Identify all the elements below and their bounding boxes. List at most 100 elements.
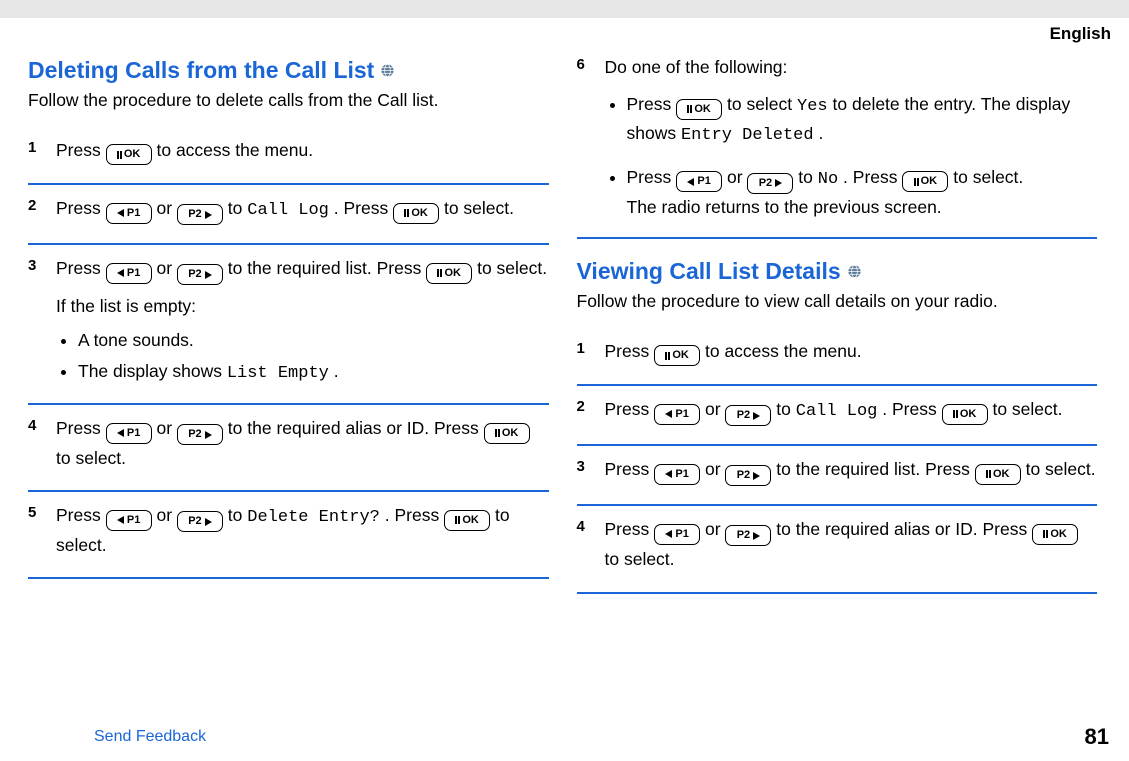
text: to select <box>727 94 797 114</box>
language-indicator: English <box>0 18 1129 44</box>
text: or <box>156 198 176 218</box>
text: to <box>228 505 247 525</box>
list-item: A tone sounds. <box>78 327 549 354</box>
right-column: 6 Do one of the following: Press OK to s… <box>563 50 1112 714</box>
step-4b: 4 Press P1 or P2 to the required alias o… <box>577 506 1098 593</box>
text: or <box>156 505 176 525</box>
text: Press <box>627 94 677 114</box>
p2-button-icon: P2 <box>747 173 793 194</box>
ok-button-icon: OK <box>942 404 988 425</box>
lead-text: Do one of the following: <box>605 54 1098 81</box>
step-body: Press P1 or P2 to Call Log . Press OK to… <box>605 396 1098 432</box>
text: to select. <box>992 399 1062 419</box>
ok-button-icon: OK <box>902 171 948 192</box>
text: . Press <box>334 198 393 218</box>
text: to the required list. Press <box>228 258 426 278</box>
p1-button-icon: P1 <box>654 464 700 485</box>
text: to select. <box>953 167 1023 187</box>
text: to the required alias or ID. Press <box>776 519 1032 539</box>
step-3b: 3 Press P1 or P2 to the required list. P… <box>577 446 1098 506</box>
step-body: Press OK to access the menu. <box>56 137 549 172</box>
text: to <box>798 167 817 187</box>
globe-icon <box>847 264 862 279</box>
menu-label: Call Log <box>796 402 878 421</box>
ok-button-icon: OK <box>1032 524 1078 545</box>
step-number: 6 <box>577 54 605 225</box>
step-number: 4 <box>28 415 56 478</box>
text: to access the menu. <box>705 341 862 361</box>
text: or <box>156 418 176 438</box>
ok-button-icon: OK <box>426 263 472 284</box>
p2-button-icon: P2 <box>177 424 223 445</box>
text: . Press <box>385 505 444 525</box>
step-number: 4 <box>577 516 605 579</box>
p2-button-icon: P2 <box>725 465 771 486</box>
options-list: Press OK to select Yes to delete the ent… <box>605 91 1098 221</box>
note-list: A tone sounds. The display shows List Em… <box>56 327 549 387</box>
display-label: Yes <box>797 97 828 116</box>
text: to select. <box>477 258 547 278</box>
step-number: 1 <box>577 338 605 373</box>
step-1b: 1 Press OK to access the menu. <box>577 328 1098 387</box>
ok-button-icon: OK <box>393 203 439 224</box>
text: . <box>334 361 339 381</box>
text: to select. <box>56 448 126 468</box>
step-body: Press OK to access the menu. <box>605 338 1098 373</box>
title-text: Deleting Calls from the Call List <box>28 58 374 83</box>
globe-icon <box>380 63 395 78</box>
step-body: Press P1 or P2 to Delete Entry? . Press … <box>56 502 549 565</box>
display-label: Entry Deleted <box>681 126 814 145</box>
section-title-deleting: Deleting Calls from the Call List <box>28 58 549 83</box>
ok-button-icon: OK <box>444 510 490 531</box>
p1-button-icon: P1 <box>676 171 722 192</box>
p2-button-icon: P2 <box>177 264 223 285</box>
step-body: Press P1 or P2 to the required list. Pre… <box>605 456 1098 492</box>
list-item: Press OK to select Yes to delete the ent… <box>627 91 1098 150</box>
text: or <box>705 399 725 419</box>
step-number: 3 <box>577 456 605 492</box>
p1-button-icon: P1 <box>106 203 152 224</box>
page-content: Deleting Calls from the Call List Follow… <box>0 44 1129 714</box>
p2-button-icon: P2 <box>725 405 771 426</box>
ok-button-icon: OK <box>484 423 530 444</box>
page-footer: Send Feedback 81 <box>0 714 1129 750</box>
step-number: 5 <box>28 502 56 565</box>
send-feedback-link[interactable]: Send Feedback <box>94 728 206 746</box>
step-3: 3 Press P1 or P2 to the required list. P… <box>28 245 549 405</box>
section-title-viewing: Viewing Call List Details <box>577 259 1098 284</box>
step-body: Press P1 or P2 to the required alias or … <box>605 516 1098 579</box>
title-text: Viewing Call List Details <box>577 259 841 284</box>
text: to <box>228 198 247 218</box>
step-6: 6 Do one of the following: Press OK to s… <box>577 50 1098 239</box>
step-body: Press P1 or P2 to Call Log . Press OK to… <box>56 195 549 231</box>
text: Press <box>56 140 106 160</box>
window-chrome-bar <box>0 0 1129 18</box>
text: or <box>727 167 747 187</box>
text: Press <box>605 459 655 479</box>
text: Press <box>627 167 677 187</box>
text: Press <box>56 505 106 525</box>
step-body: Do one of the following: Press OK to sel… <box>605 54 1098 225</box>
list-item: Press P1 or P2 to No . Press OK to selec… <box>627 164 1098 221</box>
list-item: The display shows List Empty . <box>78 358 549 387</box>
step-body: Press P1 or P2 to the required list. Pre… <box>56 255 549 391</box>
text: The radio returns to the previous screen… <box>627 197 942 217</box>
text: to select. <box>444 198 514 218</box>
step-number: 2 <box>28 195 56 231</box>
text: or <box>156 258 176 278</box>
text: . <box>818 123 823 143</box>
text: The display shows <box>78 361 227 381</box>
menu-label: Call Log <box>247 201 329 220</box>
text: Press <box>56 198 106 218</box>
text: . Press <box>882 399 941 419</box>
menu-label: Delete Entry? <box>247 508 380 527</box>
step-5: 5 Press P1 or P2 to Delete Entry? . Pres… <box>28 492 549 579</box>
text: Press <box>605 341 655 361</box>
p1-button-icon: P1 <box>654 404 700 425</box>
intro-text: Follow the procedure to view call detail… <box>577 290 1098 314</box>
text: . Press <box>843 167 902 187</box>
text: to access the menu. <box>156 140 313 160</box>
step-2b: 2 Press P1 or P2 to Call Log . Press OK … <box>577 386 1098 446</box>
text: Press <box>56 418 106 438</box>
p2-button-icon: P2 <box>177 204 223 225</box>
